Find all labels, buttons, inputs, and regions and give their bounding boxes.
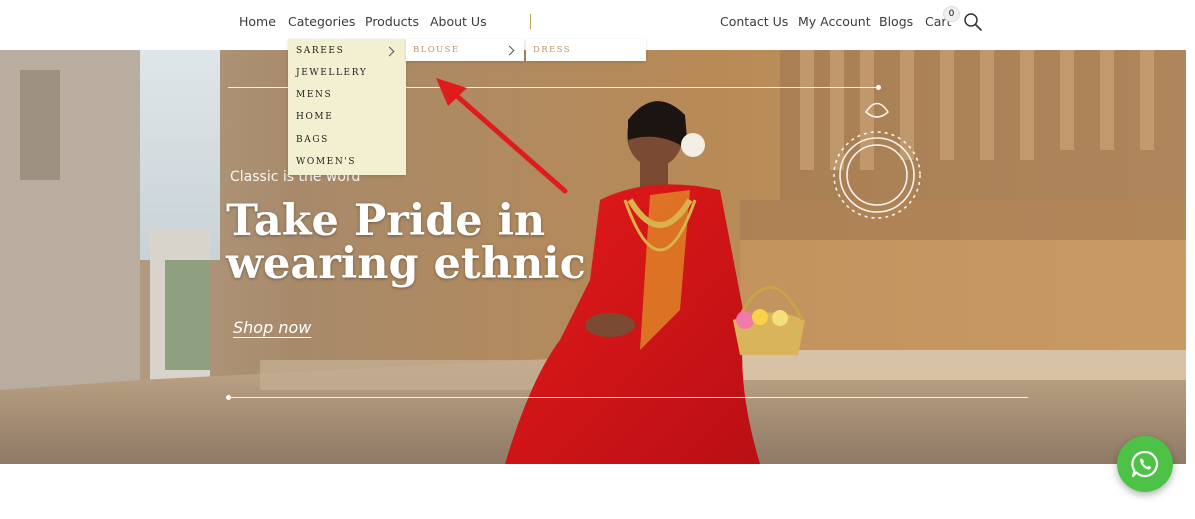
menu-item-mens[interactable]: MENS [296, 90, 332, 100]
hero-bottom-line-dot [226, 395, 231, 400]
hero-headline-line2: wearing ethnic [226, 239, 586, 289]
annotation-arrow [436, 78, 568, 194]
whatsapp-icon [1131, 450, 1159, 478]
menu-item-jewellery[interactable]: JEWELLERY [296, 68, 367, 78]
menu-item-bags[interactable]: BAGS [296, 135, 329, 145]
sarees-submenu: BLOUSE [406, 39, 524, 61]
nav-about-us[interactable]: About Us [430, 14, 487, 29]
chevron-right-icon [504, 45, 515, 56]
search-icon[interactable] [963, 12, 983, 32]
submenu-item-dress[interactable]: DRESS [533, 45, 571, 55]
categories-dropdown: SAREES JEWELLERY MENS HOME BAGS WOMEN'S [288, 39, 406, 175]
menu-item-womens[interactable]: WOMEN'S [296, 157, 356, 167]
nav-blogs[interactable]: Blogs [879, 14, 913, 29]
hero-headline: Take Pride in wearing ethnic [226, 200, 586, 286]
cart-count-badge: 0 [943, 6, 960, 22]
hero-bottom-line [228, 397, 1028, 398]
nav-contact-us[interactable]: Contact Us [720, 14, 788, 29]
nav-home[interactable]: Home [239, 14, 276, 29]
nav-my-account[interactable]: My Account [798, 14, 871, 29]
whatsapp-button[interactable] [1117, 436, 1173, 492]
shop-now-link[interactable]: Shop now [233, 318, 311, 337]
hero-top-line-dot [876, 85, 881, 90]
hero-headline-line1: Take Pride in [226, 196, 546, 246]
submenu-item-blouse[interactable]: BLOUSE [413, 45, 459, 55]
menu-item-home[interactable]: HOME [296, 112, 333, 122]
nav-products[interactable]: Products [365, 14, 419, 29]
chevron-right-icon [384, 46, 395, 57]
nav-divider [530, 14, 531, 29]
hero-banner [0, 50, 1186, 464]
blouse-submenu: DRESS [526, 39, 646, 61]
menu-item-sarees[interactable]: SAREES [296, 46, 344, 56]
hero-background-image [0, 50, 1186, 464]
nav-categories[interactable]: Categories [288, 14, 355, 29]
